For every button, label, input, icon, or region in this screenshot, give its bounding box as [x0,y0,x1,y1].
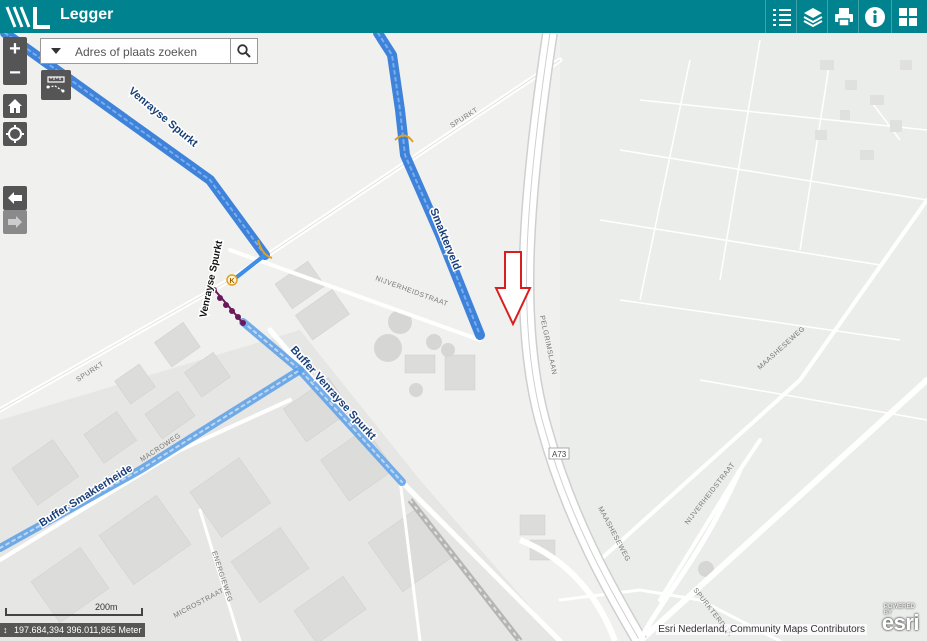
scale-bar-label: 200m [95,602,118,612]
caret-down-icon [51,48,61,54]
arrow-left-icon [8,192,22,204]
map-attribution: Esri Nederland, Community Maps Contribut… [656,624,867,635]
map-view[interactable]: K Venrayse Spurkt Smakterveld Buffer Ven… [0,33,927,641]
scale-bar-line [5,614,143,616]
layers-button[interactable] [796,0,828,33]
measure-button[interactable] [41,70,71,100]
app-header: Legger [0,0,927,33]
zoom-in-button[interactable]: + [3,37,27,61]
locate-button[interactable] [3,122,27,146]
apps-grid-icon [898,7,917,26]
print-icon [834,7,853,27]
arrow-right-icon [8,216,22,228]
home-icon [8,99,22,113]
coordinate-readout[interactable]: 197.684,394 396.011,865 Meter [0,623,146,637]
print-button[interactable] [827,0,859,33]
search-source-dropdown[interactable] [41,39,71,63]
app-title: Legger [60,6,114,23]
previous-extent-button[interactable] [3,186,27,210]
marker-letter: K [230,278,235,285]
scale-bar: 200m [5,602,143,616]
scale-bar-tick-right [141,608,143,616]
waterschap-logo [5,6,50,29]
apps-button[interactable] [891,0,923,33]
legend-icon [772,8,791,26]
home-button[interactable] [3,94,27,118]
zoom-control: + − [3,37,27,85]
search-icon [237,44,251,58]
info-button[interactable] [858,0,890,33]
layers-icon [803,7,822,27]
info-icon [864,6,885,27]
crosshair-icon [6,125,24,143]
zoom-out-button[interactable]: − [3,61,27,85]
search-input[interactable] [73,42,235,62]
next-extent-button[interactable] [3,210,27,234]
esri-logo: POWERED BY esri [882,604,920,636]
search-box [40,38,258,64]
esri-powered-by: POWERED BY [883,604,915,616]
search-button[interactable] [230,39,257,63]
road-shield-label: A73 [552,450,567,459]
measure-icon [46,76,65,93]
legend-button[interactable] [765,0,797,33]
map-canvas[interactable]: K Venrayse Spurkt Smakterveld Buffer Ven… [0,33,927,641]
scale-bar-tick-left [5,608,7,616]
